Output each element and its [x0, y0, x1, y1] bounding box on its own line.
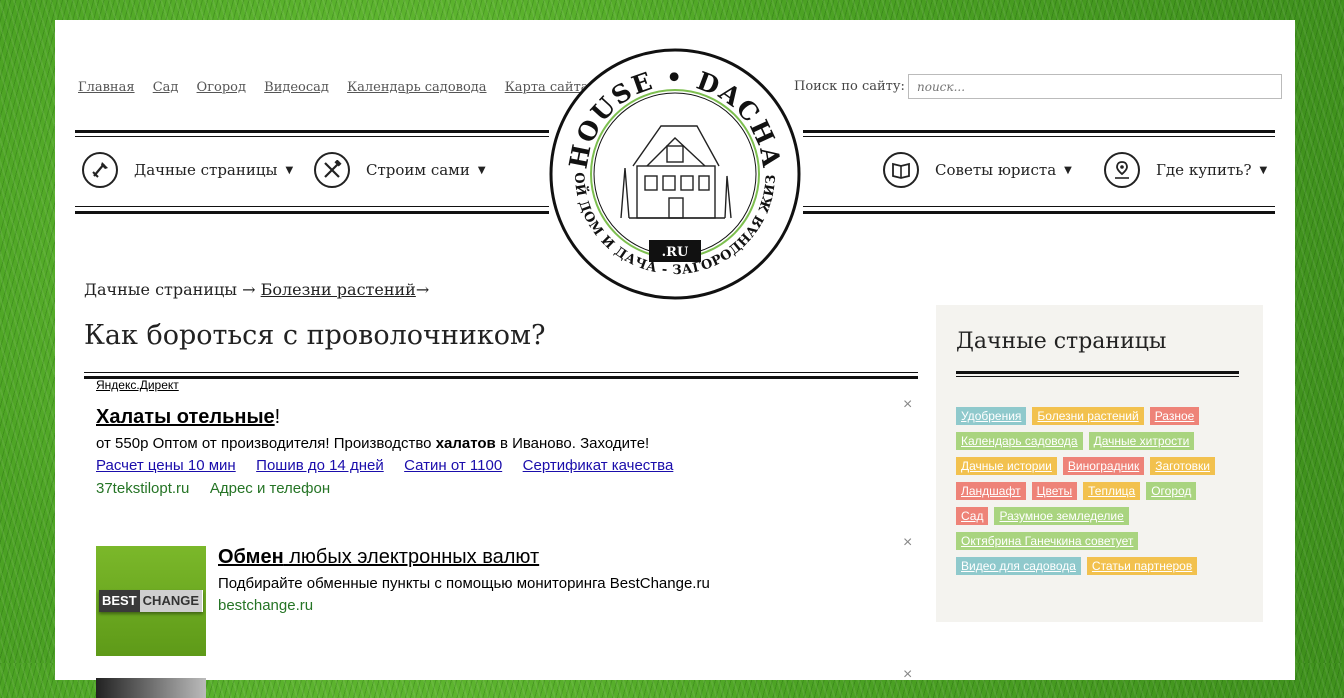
- book-icon: [883, 152, 919, 188]
- ad-image[interactable]: [96, 678, 206, 698]
- breadcrumb: Дачные страницы → Болезни растений→: [84, 280, 429, 299]
- ad-text-bold: халатов: [435, 435, 496, 452]
- ad-title-rest: !: [274, 406, 281, 428]
- ad-description: Подбирайте обменные пункты с помощью мон…: [218, 575, 710, 592]
- ad-close-icon[interactable]: ×: [903, 396, 912, 414]
- ad-title-bold: Обмен: [218, 546, 284, 568]
- tag-link[interactable]: Видео для садовода: [956, 557, 1081, 575]
- menu-dacha-pages[interactable]: Дачные страницы ▼: [82, 152, 293, 188]
- breadcrumb-section-link[interactable]: Болезни растений: [261, 280, 416, 299]
- bestchange-logo: BEST CHANGE: [99, 590, 203, 612]
- menu-label: Где купить?: [1156, 161, 1252, 179]
- map-pin-icon: [1104, 152, 1140, 188]
- breadcrumb-arrow: →: [242, 280, 256, 299]
- nav-link-calendar[interactable]: Календарь садовода: [347, 80, 486, 95]
- ad-sitelink[interactable]: Сертификат качества: [523, 457, 674, 474]
- tag-link[interactable]: Огород: [1146, 482, 1197, 500]
- page-container: Главная Сад Огород Видеосад Календарь са…: [55, 20, 1295, 698]
- menu-rule: [75, 130, 549, 133]
- menu-rule: [75, 211, 549, 214]
- ad-text-part: в Иваново. Заходите!: [495, 435, 650, 452]
- content-rule: [84, 376, 918, 379]
- ad-sitelink[interactable]: Пошив до 14 дней: [256, 457, 384, 474]
- tag-link[interactable]: Сад: [956, 507, 989, 525]
- hammer-wrench-icon: [314, 152, 350, 188]
- search-input[interactable]: [908, 74, 1282, 99]
- tag-link[interactable]: Статьи партнеров: [1086, 557, 1198, 575]
- menu-rule: [803, 206, 1275, 207]
- menu-rule: [75, 136, 549, 137]
- tag-link[interactable]: Теплица: [1083, 482, 1141, 500]
- nav-link-vegetable-garden[interactable]: Огород: [197, 80, 246, 95]
- tag-link[interactable]: Дачные хитрости: [1088, 432, 1195, 450]
- breadcrumb-arrow: →: [415, 280, 430, 299]
- ad-title-rest: любых электронных валют: [283, 546, 540, 568]
- tag-link[interactable]: Октябрина Ганечкина советует: [956, 532, 1139, 550]
- ads-label[interactable]: Яндекс.Директ: [96, 378, 179, 392]
- ad-title-link[interactable]: Обмен любых электронных валют: [218, 546, 539, 568]
- ad-contact-link[interactable]: Адрес и телефон: [210, 480, 330, 497]
- sidebar-rule: [956, 376, 1239, 377]
- ad-domain[interactable]: 37tekstilopt.ru: [96, 480, 189, 497]
- ad-close-icon[interactable]: ×: [903, 666, 912, 684]
- menu-where-to-buy[interactable]: Где купить? ▼: [1104, 152, 1267, 188]
- site-logo[interactable]: HOUSE • DACHA СВОЙ ДОМ И ДАЧА - ЗАГОРОДН…: [549, 48, 801, 300]
- ad-item: Халаты отельные! от 550р Оптом от произв…: [96, 406, 896, 498]
- tag-link[interactable]: Разумное земледелие: [994, 507, 1129, 525]
- content-rule: [84, 372, 918, 373]
- caret-down-icon: ▼: [477, 164, 486, 176]
- tag-link[interactable]: Ландшафт: [956, 482, 1026, 500]
- menu-rule: [803, 130, 1275, 133]
- tag-link[interactable]: Цветы: [1031, 482, 1078, 500]
- logo-text: CHANGE: [139, 590, 203, 612]
- caret-down-icon: ▼: [1064, 164, 1072, 176]
- tag-link[interactable]: Виноградник: [1062, 457, 1145, 475]
- logo-text: BEST: [99, 590, 140, 612]
- ad-close-icon[interactable]: ×: [903, 534, 912, 552]
- ad-description: от 550р Оптом от производителя! Производ…: [96, 435, 896, 452]
- ad-body: Обмен любых электронных валют Подбирайте…: [218, 546, 710, 615]
- nav-link-home[interactable]: Главная: [78, 80, 135, 95]
- ad-sitelink[interactable]: Сатин от 1100: [404, 457, 502, 474]
- menu-label: Дачные страницы: [134, 161, 278, 179]
- ad-image[interactable]: BEST CHANGE: [96, 546, 206, 656]
- sidebar-title: Дачные страницы: [956, 329, 1167, 354]
- menu-label: Советы юриста: [935, 161, 1057, 179]
- sidebar: Дачные страницы Удобрения Болезни растени…: [936, 305, 1263, 622]
- page-title: Как бороться с проволочником?: [84, 320, 546, 351]
- ad-text-part: от 550р Оптом от производителя! Производ…: [96, 435, 436, 452]
- logo-badge: .RU: [662, 245, 689, 260]
- menu-lawyer-advice[interactable]: Советы юриста ▼: [883, 152, 1072, 188]
- breadcrumb-root: Дачные страницы: [84, 280, 238, 299]
- tag-link[interactable]: Календарь садовода: [956, 432, 1083, 450]
- caret-down-icon: ▼: [285, 164, 294, 176]
- ad-domain[interactable]: bestchange.ru: [218, 597, 313, 614]
- tag-cloud: Удобрения Болезни растений Разное Календар…: [956, 403, 1246, 578]
- ad-footer: 37tekstilopt.ru Адрес и телефон: [96, 480, 896, 498]
- menu-rule: [803, 136, 1275, 137]
- menu-rule: [75, 206, 549, 207]
- search-label: Поиск по сайту:: [794, 79, 905, 94]
- shovel-rake-icon: [82, 152, 118, 188]
- menu-build-yourself[interactable]: Строим сами ▼: [314, 152, 486, 188]
- tag-link[interactable]: Заготовки: [1150, 457, 1216, 475]
- nav-link-video[interactable]: Видеосад: [264, 80, 329, 95]
- sidebar-rule: [956, 371, 1239, 374]
- tag-link[interactable]: Разное: [1149, 407, 1200, 425]
- top-nav: Главная Сад Огород Видеосад Календарь са…: [78, 80, 603, 95]
- ad-item: BEST CHANGE Обмен любых электронных валю…: [96, 546, 896, 658]
- ad-title-link[interactable]: Халаты отельные: [96, 406, 275, 428]
- nav-link-garden[interactable]: Сад: [153, 80, 179, 95]
- ad-sitelink[interactable]: Расчет цены 10 мин: [96, 457, 236, 474]
- menu-label: Строим сами: [366, 161, 470, 179]
- tag-link[interactable]: Дачные истории: [956, 457, 1057, 475]
- tag-link[interactable]: Болезни растений: [1032, 407, 1144, 425]
- menu-rule: [803, 211, 1275, 214]
- caret-down-icon: ▼: [1259, 164, 1268, 176]
- tag-link[interactable]: Удобрения: [956, 407, 1027, 425]
- ad-sitelinks: Расчет цены 10 мин Пошив до 14 дней Сати…: [96, 457, 896, 475]
